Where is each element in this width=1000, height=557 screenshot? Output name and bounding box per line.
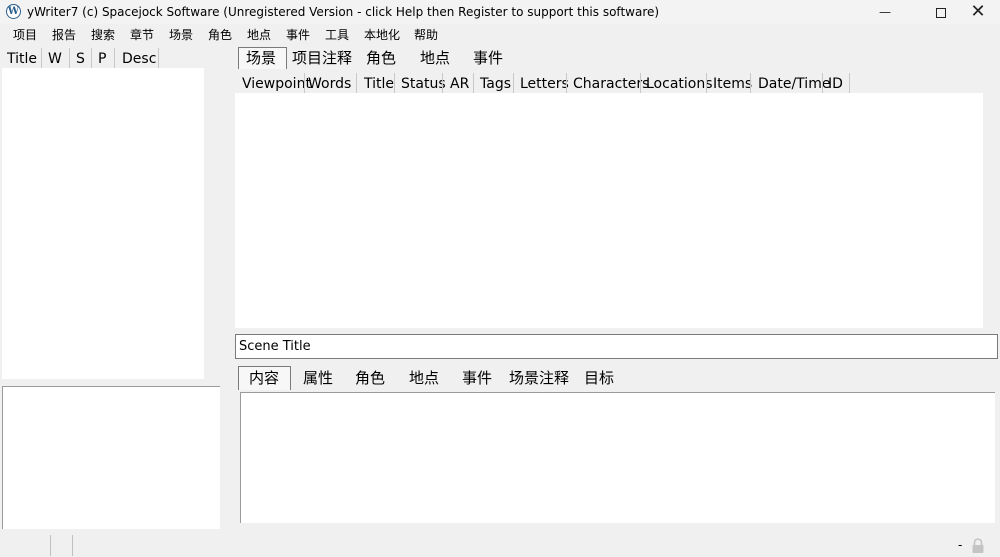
column-divider <box>69 48 70 68</box>
menu-chapters[interactable]: 章节 <box>130 27 154 43</box>
column-divider <box>822 73 823 93</box>
col-words[interactable]: Words <box>308 75 351 93</box>
status-divider <box>72 535 73 556</box>
column-divider <box>640 73 641 93</box>
col-id[interactable]: ID <box>828 75 843 93</box>
status-bar: - <box>0 532 1000 557</box>
column-divider <box>566 73 567 93</box>
lock-icon <box>971 538 985 554</box>
menu-scenes[interactable]: 场景 <box>169 27 193 43</box>
close-button[interactable]: ✕ <box>956 0 1000 24</box>
chapter-list[interactable] <box>2 68 204 379</box>
column-divider <box>41 48 42 68</box>
scene-content-editor[interactable] <box>240 392 995 523</box>
status-divider <box>50 535 51 556</box>
col-words[interactable]: W <box>48 50 62 68</box>
tab-items[interactable]: 事件 <box>473 48 503 68</box>
column-divider <box>114 48 115 68</box>
col-ar[interactable]: AR <box>450 75 469 93</box>
menu-characters[interactable]: 角色 <box>208 27 232 43</box>
column-divider <box>91 48 92 68</box>
menu-reports[interactable]: 报告 <box>52 27 76 43</box>
menu-items[interactable]: 事件 <box>286 27 310 43</box>
column-divider <box>706 73 707 93</box>
maximize-icon <box>936 7 946 18</box>
column-divider <box>442 73 443 93</box>
col-title[interactable]: Title <box>7 50 37 68</box>
scene-title-value: Scene Title <box>239 339 311 354</box>
col-status[interactable]: Status <box>401 75 446 93</box>
col-title[interactable]: Title <box>364 75 394 93</box>
tab-locations[interactable]: 地点 <box>420 48 450 68</box>
tab-scene-characters[interactable]: 角色 <box>355 368 385 388</box>
ywriter-logo-icon: W <box>6 4 21 19</box>
minimize-icon: — <box>879 5 891 19</box>
title-bar: W yWriter7 (c) Spacejock Software (Unreg… <box>0 0 1000 24</box>
tab-project-notes[interactable]: 项目注释 <box>292 48 352 68</box>
menu-tools[interactable]: 工具 <box>325 27 349 43</box>
menu-search[interactable]: 搜索 <box>91 27 115 43</box>
tab-scenes[interactable]: 场景 <box>246 48 276 68</box>
col-tags[interactable]: Tags <box>480 75 511 93</box>
col-viewpoint[interactable]: Viewpoint <box>242 75 311 93</box>
menu-help[interactable]: 帮助 <box>414 27 438 43</box>
scene-title-input[interactable]: Scene Title <box>235 334 998 359</box>
col-letters[interactable]: Letters <box>520 75 569 93</box>
column-divider <box>158 48 159 68</box>
col-locations[interactable]: Locations <box>646 75 713 93</box>
col-date-time[interactable]: Date/Time <box>758 75 830 93</box>
column-divider <box>750 73 751 93</box>
col-desc[interactable]: Desc <box>122 50 156 68</box>
col-p[interactable]: P <box>98 50 106 68</box>
scene-list[interactable] <box>235 93 983 328</box>
col-items[interactable]: Items <box>713 75 752 93</box>
tab-scene-notes[interactable]: 场景注释 <box>509 368 569 388</box>
tab-scene-items[interactable]: 事件 <box>462 368 492 388</box>
menu-bar: 项目 报告 搜索 章节 场景 角色 地点 事件 工具 本地化 帮助 <box>0 24 1000 45</box>
col-characters[interactable]: Characters <box>573 75 649 93</box>
column-divider <box>356 73 357 93</box>
column-divider <box>513 73 514 93</box>
close-icon: ✕ <box>970 1 986 22</box>
col-scenes[interactable]: S <box>76 50 85 68</box>
tab-content[interactable]: 内容 <box>249 368 279 388</box>
status-dash: - <box>958 538 963 552</box>
tab-properties[interactable]: 属性 <box>303 368 333 388</box>
tab-scene-locations[interactable]: 地点 <box>409 368 439 388</box>
column-divider <box>473 73 474 93</box>
tab-goals[interactable]: 目标 <box>584 368 614 388</box>
column-divider <box>849 73 850 93</box>
menu-locations[interactable]: 地点 <box>247 27 271 43</box>
menu-localization[interactable]: 本地化 <box>364 27 400 43</box>
chapter-description[interactable] <box>2 386 220 529</box>
window-title: yWriter7 (c) Spacejock Software (Unregis… <box>27 5 660 19</box>
column-divider <box>394 73 395 93</box>
column-divider <box>304 73 305 93</box>
menu-project[interactable]: 项目 <box>13 27 37 43</box>
minimize-button[interactable]: — <box>862 0 908 24</box>
tab-characters[interactable]: 角色 <box>366 48 396 68</box>
